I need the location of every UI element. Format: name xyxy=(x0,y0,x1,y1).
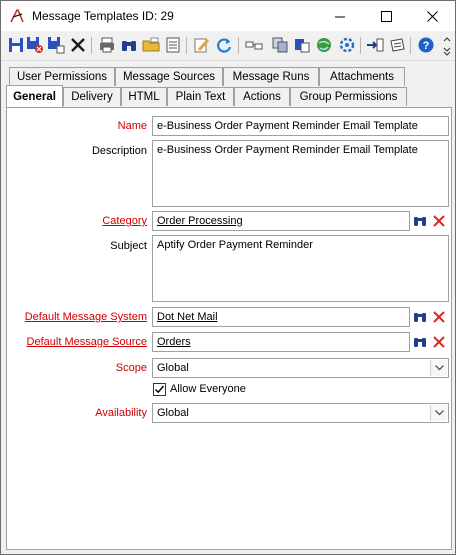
category-clear-icon[interactable] xyxy=(430,212,448,230)
allow-everyone-label[interactable]: Allow Everyone xyxy=(170,383,246,395)
web-icon[interactable] xyxy=(315,36,333,54)
link-icon[interactable] xyxy=(245,36,263,54)
svg-text:?: ? xyxy=(423,40,430,52)
tab-message-sources[interactable]: Message Sources xyxy=(115,67,223,86)
name-label: Name xyxy=(117,120,147,132)
tab-user-permissions[interactable]: User Permissions xyxy=(9,67,115,86)
category-label[interactable]: Category xyxy=(102,215,147,227)
scope-select[interactable]: Global xyxy=(152,358,449,378)
toolbar-separator xyxy=(360,37,361,54)
default-message-source-label[interactable]: Default Message Source xyxy=(27,336,147,348)
tab-group-permissions[interactable]: Group Permissions xyxy=(290,87,407,106)
tab-general[interactable]: General xyxy=(6,85,63,107)
save-new-icon[interactable] xyxy=(47,36,65,54)
refresh-icon[interactable] xyxy=(215,36,233,54)
message-source-clear-icon[interactable] xyxy=(430,333,448,351)
message-source-find-icon[interactable] xyxy=(411,333,429,351)
settings-icon[interactable] xyxy=(338,36,356,54)
chevron-down-icon[interactable] xyxy=(430,360,447,376)
scope-value: Global xyxy=(157,362,189,374)
toolbar-separator xyxy=(186,37,187,54)
default-message-system-field[interactable]: Dot Net Mail xyxy=(152,307,410,327)
window-title: Message Templates ID: 29 xyxy=(32,9,174,23)
scope-label: Scope xyxy=(115,362,147,374)
subject-field[interactable]: Aptify Order Payment Reminder xyxy=(152,235,449,302)
tab-delivery[interactable]: Delivery xyxy=(63,87,121,106)
export-icon[interactable] xyxy=(388,36,406,54)
maximize-icon xyxy=(380,10,392,22)
help-icon[interactable]: ? xyxy=(417,36,435,54)
tab-plain-text[interactable]: Plain Text xyxy=(167,87,234,106)
description-field[interactable]: e-Business Order Payment Reminder Email … xyxy=(152,140,449,207)
toolbar: ? xyxy=(1,31,455,61)
availability-value: Global xyxy=(157,407,189,419)
print-icon[interactable] xyxy=(98,36,116,54)
list-icon[interactable] xyxy=(164,36,182,54)
save-icon[interactable] xyxy=(7,36,25,54)
edit-icon[interactable] xyxy=(193,36,211,54)
category-find-icon[interactable] xyxy=(411,212,429,230)
default-message-source-field[interactable]: Orders xyxy=(152,332,410,352)
checkmark-icon xyxy=(154,385,165,394)
tab-attachments[interactable]: Attachments xyxy=(319,67,405,86)
toolbar-separator xyxy=(238,37,239,54)
delete-icon[interactable] xyxy=(69,36,87,54)
allow-everyone-checkbox[interactable] xyxy=(153,383,166,396)
toolbar-separator xyxy=(91,37,92,54)
chevron-down-icon[interactable] xyxy=(430,405,447,421)
tab-message-runs[interactable]: Message Runs xyxy=(223,67,319,86)
copy-icon[interactable] xyxy=(271,36,289,54)
tab-html[interactable]: HTML xyxy=(121,87,167,106)
close-icon xyxy=(426,10,438,22)
minimize-button[interactable] xyxy=(317,1,363,31)
availability-label: Availability xyxy=(95,407,147,419)
general-tab-panel: Name e-Business Order Payment Reminder E… xyxy=(6,107,452,550)
availability-select[interactable]: Global xyxy=(152,403,449,423)
description-label: Description xyxy=(91,145,147,157)
close-button[interactable] xyxy=(409,1,455,31)
message-system-find-icon[interactable] xyxy=(411,308,429,326)
paste-icon[interactable] xyxy=(293,36,311,54)
name-field[interactable]: e-Business Order Payment Reminder Email … xyxy=(152,116,449,136)
open-folder-icon[interactable] xyxy=(142,36,160,54)
message-system-clear-icon[interactable] xyxy=(430,308,448,326)
overflow-icon[interactable] xyxy=(442,35,452,57)
toolbar-separator xyxy=(410,37,411,54)
title-bar[interactable]: Message Templates ID: 29 xyxy=(1,1,455,31)
tab-strip: User Permissions Message Sources Message… xyxy=(1,61,455,108)
import-icon[interactable] xyxy=(366,36,384,54)
subject-label: Subject xyxy=(110,240,147,252)
app-logo-icon xyxy=(10,9,24,23)
tab-actions[interactable]: Actions xyxy=(234,87,290,106)
maximize-button[interactable] xyxy=(363,1,409,31)
minimize-icon xyxy=(334,16,345,17)
default-message-system-label[interactable]: Default Message System xyxy=(25,311,147,323)
category-field[interactable]: Order Processing xyxy=(152,211,410,231)
message-templates-window: Message Templates ID: 29 ? User Permissi… xyxy=(0,0,456,555)
find-icon[interactable] xyxy=(120,36,138,54)
save-close-icon[interactable] xyxy=(26,36,44,54)
